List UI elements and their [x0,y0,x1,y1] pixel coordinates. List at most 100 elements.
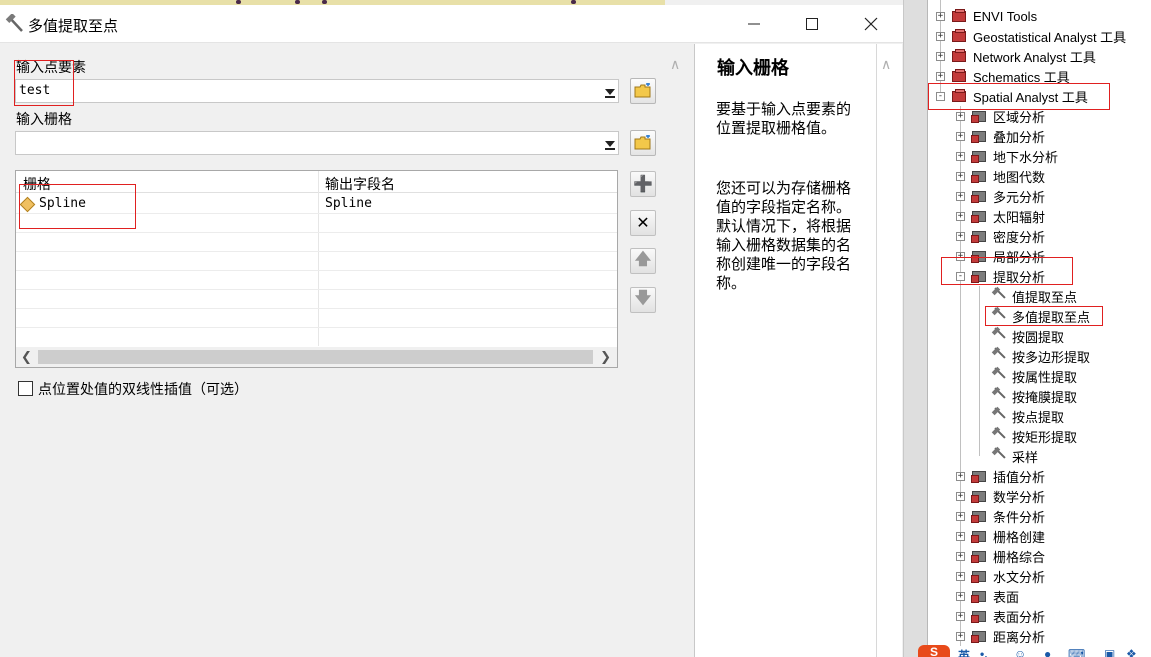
grid-cell-field[interactable]: Spline [325,196,372,211]
toolset-icon [971,228,989,244]
panel-divider [903,0,928,657]
dialog-window: 多值提取至点 输入点要素 test 输入栅格 栅格 输出字段名 Spline S… [0,0,903,657]
browse-points-button[interactable] [630,78,656,104]
delete-row-button[interactable]: ✕ [630,210,656,236]
tool-item[interactable]: 按矩形提取 [990,426,1077,446]
tool-item[interactable]: 按多边形提取 [990,346,1090,366]
hammer-icon [990,446,1008,464]
keyboard-icon[interactable]: ⌨ [1068,647,1085,657]
tree-item-envi-tools[interactable]: + ENVI Tools [936,6,1037,26]
toolbox-icon [951,48,969,64]
minimize-button[interactable] [725,5,783,43]
help-paragraph-1: 要基于输入点要素的位置提取栅格值。 [716,100,852,137]
browse-raster-button[interactable] [630,130,656,156]
toolset-item[interactable]: + 叠加分析 [956,126,1045,146]
scroll-up-icon[interactable]: ∧ [670,56,680,73]
sogou-ime-icon[interactable]: S [918,645,950,657]
toolbox-tree: + ENVI Tools + Geostatistical Analyst 工具… [928,0,1151,657]
toolbox-icon [951,68,969,84]
dropdown-arrow-icon [605,89,615,95]
input-raster-combo[interactable] [15,131,619,155]
toolset-item[interactable]: + 区域分析 [956,106,1045,126]
arrow-up-icon: 🡅 [634,250,652,268]
scroll-thumb[interactable] [38,350,593,364]
microphone-icon[interactable]: ● [1044,647,1051,657]
add-row-button[interactable]: ➕ [630,171,656,197]
toolset-icon [971,608,989,624]
tool-item[interactable]: 采样 [990,446,1038,466]
toolset-item[interactable]: + 条件分析 [956,506,1045,526]
toolset-icon [971,528,989,544]
punctuation-icon[interactable]: •, [980,647,988,657]
tree-item-geostatistical[interactable]: + Geostatistical Analyst 工具 [936,26,1126,46]
toolset-icon [971,548,989,564]
toolbox-icon [951,28,969,44]
hammer-icon [990,386,1008,404]
toolset-item[interactable]: + 地下水分析 [956,146,1058,166]
bilinear-label: 点位置处值的双线性插值（可选） [38,382,248,398]
title-bar: 多值提取至点 [0,5,903,43]
toolset-icon [971,468,989,484]
toolset-item[interactable]: + 地图代数 [956,166,1045,186]
toolset-icon [971,148,989,164]
toolset-item[interactable]: + 水文分析 [956,566,1045,586]
hammer-icon [990,326,1008,344]
folder-icon [634,135,651,150]
highlight-box [985,306,1103,326]
arrow-down-icon: 🡇 [634,289,652,307]
toolset-icon [971,568,989,584]
toolset-icon [971,508,989,524]
tool-item[interactable]: 值提取至点 [990,286,1077,306]
highlight-box [14,60,74,106]
dropdown-arrow-icon [605,141,615,147]
hammer-icon [990,366,1008,384]
tool-item[interactable]: 按属性提取 [990,366,1077,386]
move-up-button[interactable]: 🡅 [630,248,656,274]
tree-item-network-analyst[interactable]: + Network Analyst 工具 [936,46,1096,66]
input-raster-label: 输入栅格 [16,112,72,128]
toolset-item[interactable]: + 插值分析 [956,466,1045,486]
tool-item[interactable]: 按掩膜提取 [990,386,1077,406]
help-title: 输入栅格 [717,58,789,79]
parameters-panel: 输入点要素 test 输入栅格 栅格 输出字段名 Spline Spline ❮… [0,44,690,657]
input-points-combo[interactable]: test [15,79,619,103]
horizontal-scrollbar[interactable]: ❮ ❯ [16,347,617,367]
close-button[interactable] [842,5,900,43]
tool-item[interactable]: 按圆提取 [990,326,1064,346]
scroll-right-icon[interactable]: ❯ [600,349,611,365]
ime-language-indicator[interactable]: 英 [958,647,970,657]
scroll-left-icon[interactable]: ❮ [21,349,32,365]
maximize-button[interactable] [783,5,841,43]
toolset-item[interactable]: + 多元分析 [956,186,1045,206]
toolset-icon [971,588,989,604]
emoji-icon[interactable]: ☺ [1014,647,1026,657]
toolbox-icon[interactable]: ❖ [1126,647,1137,657]
toolset-item[interactable]: + 表面 [956,586,1019,606]
plus-icon: ➕ [633,176,653,193]
toolset-icon [971,208,989,224]
hammer-icon [990,426,1008,444]
toolset-item[interactable]: + 太阳辐射 [956,206,1045,226]
highlight-box [19,184,136,229]
help-paragraph-2: 您还可以为存储栅格值的字段指定名称。默认情况下，将根据输入栅格数据集的名称创建唯… [716,179,852,292]
bilinear-checkbox[interactable] [18,381,33,396]
toolset-item[interactable]: + 数学分析 [956,486,1045,506]
scroll-up-icon[interactable]: ∧ [881,56,891,73]
toolset-item[interactable]: + 密度分析 [956,226,1045,246]
toolset-item[interactable]: + 栅格综合 [956,546,1045,566]
highlight-box [941,257,1073,285]
toolset-icon [971,188,989,204]
hammer-icon [990,286,1008,304]
hammer-icon [990,346,1008,364]
move-down-button[interactable]: 🡇 [630,287,656,313]
toolset-item[interactable]: + 表面分析 [956,606,1045,626]
toolset-item[interactable]: + 栅格创建 [956,526,1045,546]
help-panel: 输入栅格 要基于输入点要素的位置提取栅格值。 您还可以为存储栅格值的字段指定名称… [694,44,902,657]
grid-header-field: 输出字段名 [325,177,395,193]
skin-icon[interactable]: ▣ [1104,647,1115,657]
x-icon: ✕ [636,215,650,232]
toolset-icon [971,168,989,184]
tool-item[interactable]: 按点提取 [990,406,1064,426]
toolbox-icon [951,8,969,24]
toolset-icon [971,128,989,144]
